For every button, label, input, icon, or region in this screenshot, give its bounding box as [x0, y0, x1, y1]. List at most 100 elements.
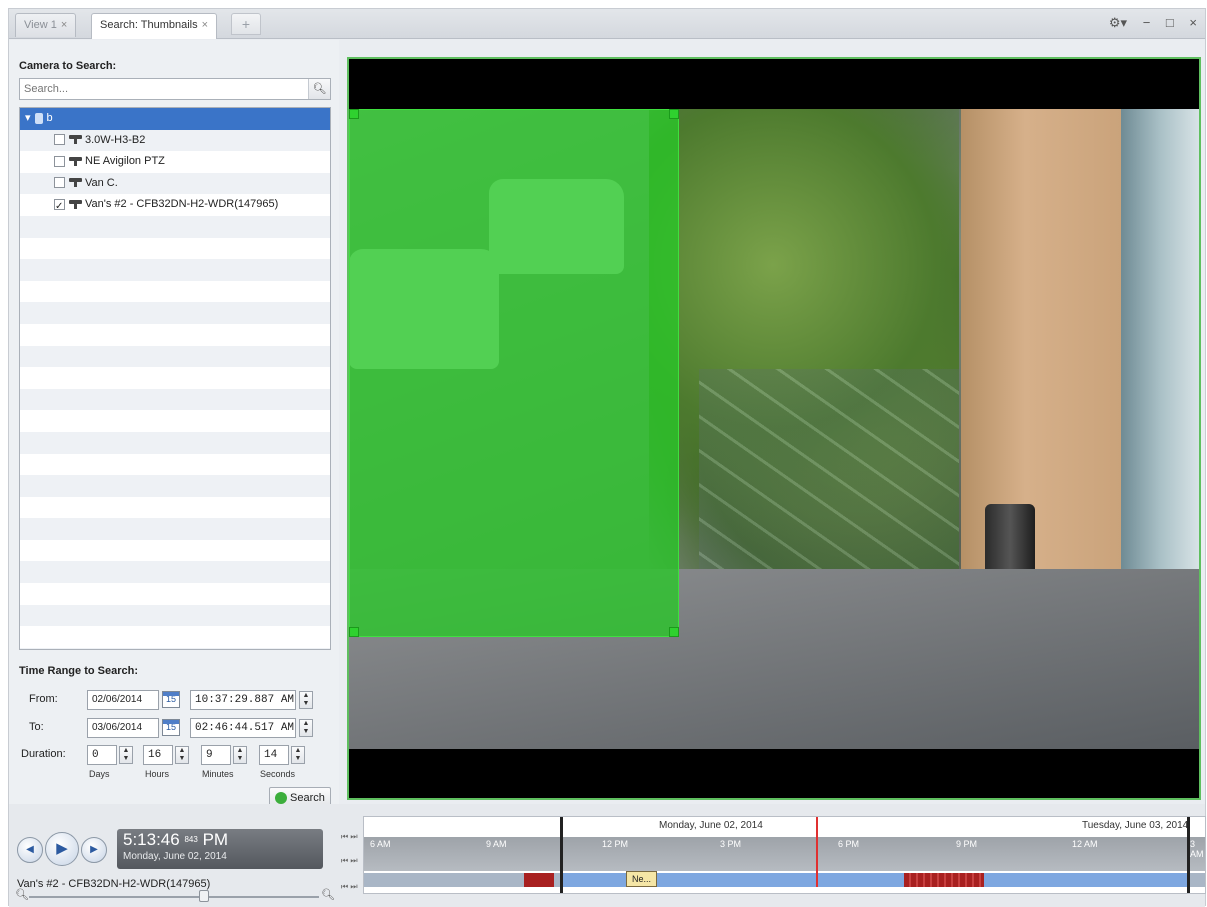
zoom-slider[interactable]	[29, 896, 319, 898]
skip-controls-icon[interactable]: ⏮ ⏭	[341, 832, 358, 842]
camera-label: Van's #2 - CFB32DN-H2-WDR(147965)	[85, 198, 279, 211]
list-item[interactable]: NE Avigilon PTZ	[20, 151, 330, 173]
duration-hours-field[interactable]: 16	[143, 745, 173, 765]
zoom-slider-handle[interactable]	[199, 890, 209, 902]
gear-icon[interactable]: ⚙▾	[1109, 15, 1127, 31]
empty-row	[20, 454, 330, 476]
next-frame-button[interactable]: ▶	[81, 837, 107, 863]
zoom-out-icon[interactable]: 🔍︎	[15, 888, 29, 901]
duration-days-field[interactable]: 0	[87, 745, 117, 765]
minutes-spinner[interactable]: ▲ ▼	[233, 746, 247, 764]
empty-row	[20, 215, 330, 238]
range-end-marker[interactable]	[1187, 817, 1190, 893]
timeline-scrollbar[interactable]	[363, 896, 1206, 906]
tab-view-1[interactable]: View 1 ×	[15, 13, 77, 37]
motion-segment	[524, 873, 554, 887]
days-spinner[interactable]: ▲ ▼	[119, 746, 133, 764]
list-item[interactable]: Van's #2 - CFB32DN-H2-WDR(147965)	[20, 194, 330, 217]
camera-checkbox[interactable]	[54, 134, 65, 146]
timeline-tick: 12 PM	[602, 839, 629, 849]
camera-icon	[69, 199, 82, 209]
search-icon[interactable]: 🔍︎	[308, 79, 330, 99]
tree-root[interactable]: ▾ b	[20, 108, 330, 130]
search-panel: Camera to Search: 🔍︎ ▾b 3.0W-H3-B2 NE Av…	[9, 40, 339, 816]
camera-icon	[69, 156, 82, 166]
camera-checkbox[interactable]	[54, 155, 65, 167]
camera-search-input[interactable]	[20, 79, 304, 99]
from-time-spinner[interactable]: ▲ ▼	[299, 691, 313, 709]
hours-spinner[interactable]: ▲ ▼	[175, 746, 189, 764]
empty-row	[20, 259, 330, 281]
play-button[interactable]: ▶	[45, 832, 79, 866]
resize-handle[interactable]	[669, 109, 679, 119]
camera-section-title: Camera to Search:	[19, 60, 117, 72]
chevron-down-icon[interactable]: ▾	[25, 112, 31, 124]
empty-row	[20, 281, 330, 303]
time-range-title: Time Range to Search:	[19, 665, 138, 677]
from-date-field[interactable]: 02/06/2014	[87, 690, 159, 710]
to-time-field[interactable]: 02:46:44.517 AM	[190, 718, 296, 738]
timeline-tick: 6 PM	[838, 839, 860, 849]
empty-row	[20, 367, 330, 389]
empty-row	[20, 324, 330, 346]
duration-minutes-field[interactable]: 9	[201, 745, 231, 765]
close-icon[interactable]: ×	[202, 19, 208, 31]
resize-handle[interactable]	[669, 627, 679, 637]
to-date-field[interactable]: 03/06/2014	[87, 718, 159, 738]
maximize-icon[interactable]: □	[1166, 15, 1174, 30]
skip-controls-icon[interactable]: ⏮ ⏭	[341, 882, 358, 892]
calendar-icon[interactable]: 15	[162, 691, 180, 708]
search-go-icon	[275, 792, 287, 804]
timeline-tick: 3 PM	[720, 839, 742, 849]
skip-controls-icon[interactable]: ⏮ ⏭	[341, 856, 358, 866]
calendar-day: 15	[165, 694, 176, 704]
video-panel[interactable]	[347, 57, 1201, 800]
camera-icon	[69, 178, 82, 188]
resize-handle[interactable]	[349, 627, 359, 637]
tab-search-thumbnails[interactable]: Search: Thumbnails ×	[91, 13, 218, 39]
empty-row	[20, 626, 330, 648]
timeline-tick: 3 AM	[1190, 839, 1204, 859]
duration-seconds-field[interactable]: 14	[259, 745, 289, 765]
empty-row	[20, 431, 330, 454]
camera-tree[interactable]: ▾b 3.0W-H3-B2 NE Avigilon PTZ Van C. Van…	[19, 107, 331, 650]
seconds-spinner[interactable]: ▲ ▼	[291, 746, 305, 764]
playback-time: 5:13:46 843 PM	[123, 830, 229, 849]
app-window: View 1 × Search: Thumbnails × + ⚙▾ − □ × C…	[8, 8, 1206, 907]
to-time-spinner[interactable]: ▲ ▼	[299, 719, 313, 737]
minimize-icon[interactable]: −	[1143, 15, 1151, 30]
close-icon[interactable]: ×	[61, 19, 67, 31]
timeline[interactable]: Monday, June 02, 2014 Tuesday, June 03, …	[363, 816, 1206, 894]
camera-checkbox[interactable]	[54, 177, 65, 189]
add-tab-button[interactable]: +	[231, 13, 261, 35]
search-region-selection[interactable]	[349, 109, 679, 637]
seconds-unit-label: Seconds	[260, 769, 296, 779]
glass-canopy	[699, 369, 959, 589]
close-icon[interactable]: ×	[1189, 15, 1197, 30]
calendar-icon[interactable]: 15	[162, 719, 180, 736]
empty-row	[20, 561, 330, 584]
playhead[interactable]	[816, 817, 818, 887]
tab-bar: View 1 × Search: Thumbnails × + ⚙▾ − □ ×	[9, 9, 1205, 39]
camera-label: 3.0W-H3-B2	[85, 133, 146, 146]
zoom-in-icon[interactable]: 🔍︎	[321, 888, 335, 901]
camera-checkbox[interactable]	[54, 196, 65, 217]
range-start-marker[interactable]	[560, 817, 563, 893]
duration-label: Duration:	[21, 748, 66, 760]
previous-frame-button[interactable]: ◀	[17, 837, 43, 863]
empty-row	[20, 388, 330, 411]
tree-root-label: b	[46, 112, 53, 124]
list-item[interactable]: 3.0W-H3-B2	[20, 129, 330, 152]
camera-label: NE Avigilon PTZ	[85, 155, 165, 168]
camera-icon	[69, 135, 82, 145]
current-camera-name: Van's #2 - CFB32DN-H2-WDR(147965)	[17, 878, 211, 890]
from-time-field[interactable]: 10:37:29.887 AM	[190, 690, 296, 710]
camera-search-box: 🔍︎	[19, 78, 331, 100]
resize-handle[interactable]	[349, 109, 359, 119]
bookmark-tag[interactable]: Ne...	[626, 871, 658, 887]
empty-row	[20, 583, 330, 605]
days-unit-label: Days	[89, 769, 110, 779]
empty-row	[20, 540, 330, 562]
playback-time-display: 5:13:46 843 PM Monday, June 02, 2014	[117, 829, 323, 869]
list-item[interactable]: Van C.	[20, 172, 330, 195]
